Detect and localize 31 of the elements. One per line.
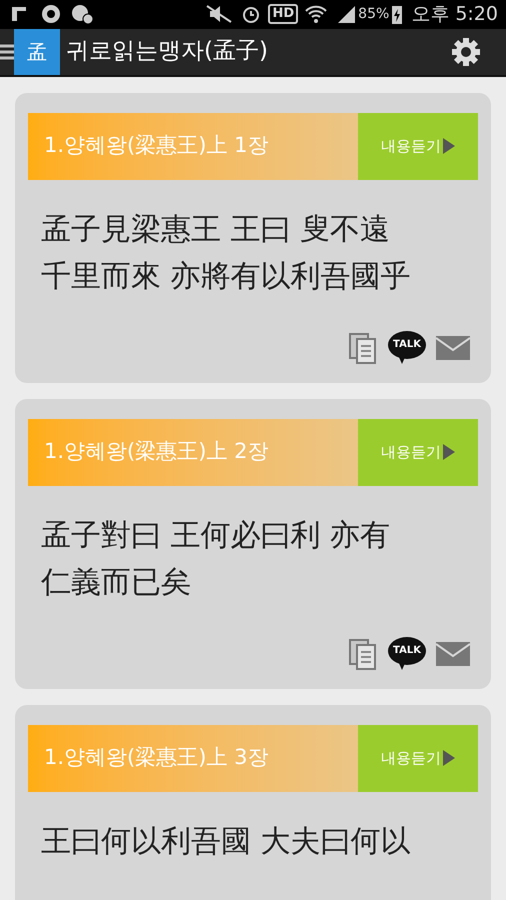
signal-icon bbox=[336, 4, 356, 24]
menu-icon[interactable] bbox=[0, 42, 14, 62]
chapter-title: 1.양혜왕(梁惠王)上 2장 bbox=[43, 438, 270, 466]
listen-button[interactable]: 내용듣기 bbox=[358, 418, 478, 486]
chapter-title: 1.양혜왕(梁惠王)上 3장 bbox=[43, 744, 270, 772]
copy-icon[interactable] bbox=[348, 638, 378, 670]
notification-icon bbox=[70, 3, 94, 26]
mail-icon[interactable] bbox=[436, 336, 470, 360]
play-icon bbox=[443, 138, 455, 154]
passage-line: 王曰何以利吾國 大夫曰何以 bbox=[41, 822, 411, 860]
listen-button[interactable]: 내용듣기 bbox=[358, 724, 478, 792]
battery-percent: 85% bbox=[358, 4, 390, 24]
clock: 오후 5:20 bbox=[411, 2, 498, 27]
listen-button[interactable]: 내용듣기 bbox=[358, 112, 478, 180]
app-title: 귀로읽는맹자(孟子) bbox=[66, 37, 268, 66]
passage-line: 千里而來 亦將有以利吾國乎 bbox=[41, 258, 411, 296]
copy-icon[interactable] bbox=[348, 332, 378, 364]
play-icon bbox=[443, 444, 455, 460]
app-logo: 孟 bbox=[14, 28, 60, 74]
mute-icon bbox=[204, 3, 234, 26]
hd-indicator: HD bbox=[268, 4, 298, 24]
chapter-title: 1.양혜왕(梁惠王)上 1장 bbox=[43, 132, 270, 160]
play-icon bbox=[443, 750, 455, 766]
mail-icon[interactable] bbox=[436, 642, 470, 666]
wifi-icon bbox=[304, 3, 328, 26]
notification-icon bbox=[40, 3, 62, 26]
passage-line: 孟子對曰 王何必曰利 亦有 bbox=[41, 516, 390, 554]
battery-icon bbox=[391, 3, 404, 26]
passage-line: 仁義而已矣 bbox=[41, 564, 191, 602]
settings-icon[interactable] bbox=[450, 36, 482, 68]
passage-line: 孟子見梁惠王 王曰 叟不遠 bbox=[41, 210, 390, 248]
